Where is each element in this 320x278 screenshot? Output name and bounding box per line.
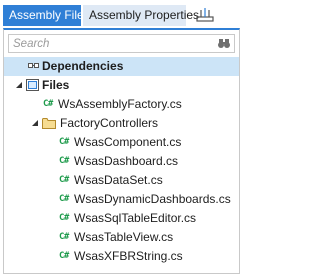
csharp-file-icon: C#	[59, 213, 69, 223]
binoculars-icon[interactable]	[217, 36, 231, 50]
tree-item-file[interactable]: C# WsasXFBRString.cs	[4, 247, 239, 266]
search-box	[8, 34, 235, 53]
tab-assembly-files[interactable]: Assembly Files	[3, 5, 90, 26]
expanded-arrow-icon[interactable]	[31, 119, 39, 127]
tree-item-factory-controllers[interactable]: FactoryControllers	[4, 114, 239, 133]
tree-item-file[interactable]: C# WsasSqlTableEditor.cs	[4, 209, 239, 228]
folder-icon	[42, 118, 56, 129]
csharp-file-icon: C#	[59, 175, 69, 185]
csharp-file-icon: C#	[43, 99, 53, 109]
tree-item-file[interactable]: C# WsasTableView.cs	[4, 228, 239, 247]
csharp-file-icon: C#	[59, 251, 69, 261]
tree-item-label: WsasSqlTableEditor.cs	[74, 211, 197, 225]
tree-item-label: WsAssemblyFactory.cs	[58, 97, 182, 111]
tab-bar: Assembly Files Assembly Properties	[0, 0, 243, 28]
search-input[interactable]	[9, 35, 209, 52]
expanded-arrow-icon[interactable]	[15, 81, 23, 89]
csharp-file-icon: C#	[59, 232, 69, 242]
tab-assembly-properties[interactable]: Assembly Properties	[83, 5, 199, 26]
tree-item-file[interactable]: C# WsasDynamicDashboards.cs	[4, 190, 239, 209]
tree-item-dependencies[interactable]: Dependencies	[4, 57, 239, 76]
csharp-file-icon: C#	[59, 156, 69, 166]
tree-item-file[interactable]: C# WsasDataSet.cs	[4, 171, 239, 190]
tree-item-label: WsasDataSet.cs	[74, 173, 163, 187]
tree-item-label: Dependencies	[42, 59, 124, 73]
tree-item-label: WsasTableView.cs	[74, 230, 174, 244]
tree-item-label: WsasDashboard.cs	[74, 154, 179, 168]
tree-item-label: FactoryControllers	[60, 116, 159, 130]
tree-item-label: WsasComponent.cs	[74, 135, 182, 149]
tree-item-label: WsasXFBRString.cs	[74, 249, 183, 263]
tree-item-files[interactable]: Files	[4, 76, 239, 95]
assembly-files-panel: Dependencies Files C# WsAssemblyFactory.…	[3, 28, 240, 274]
csharp-file-icon: C#	[59, 194, 69, 204]
dependencies-icon	[28, 63, 39, 68]
tree-item-file[interactable]: C# WsasDashboard.cs	[4, 152, 239, 171]
tree-toggle-icon[interactable]	[196, 7, 214, 23]
csharp-file-icon: C#	[59, 137, 69, 147]
tree-item-label: WsasDynamicDashboards.cs	[74, 192, 231, 206]
tree-item-file[interactable]: C# WsasComponent.cs	[4, 133, 239, 152]
tree-item-label: Files	[42, 78, 70, 92]
tree-item-ws-assembly-factory[interactable]: C# WsAssemblyFactory.cs	[4, 95, 239, 114]
files-icon	[26, 79, 39, 91]
